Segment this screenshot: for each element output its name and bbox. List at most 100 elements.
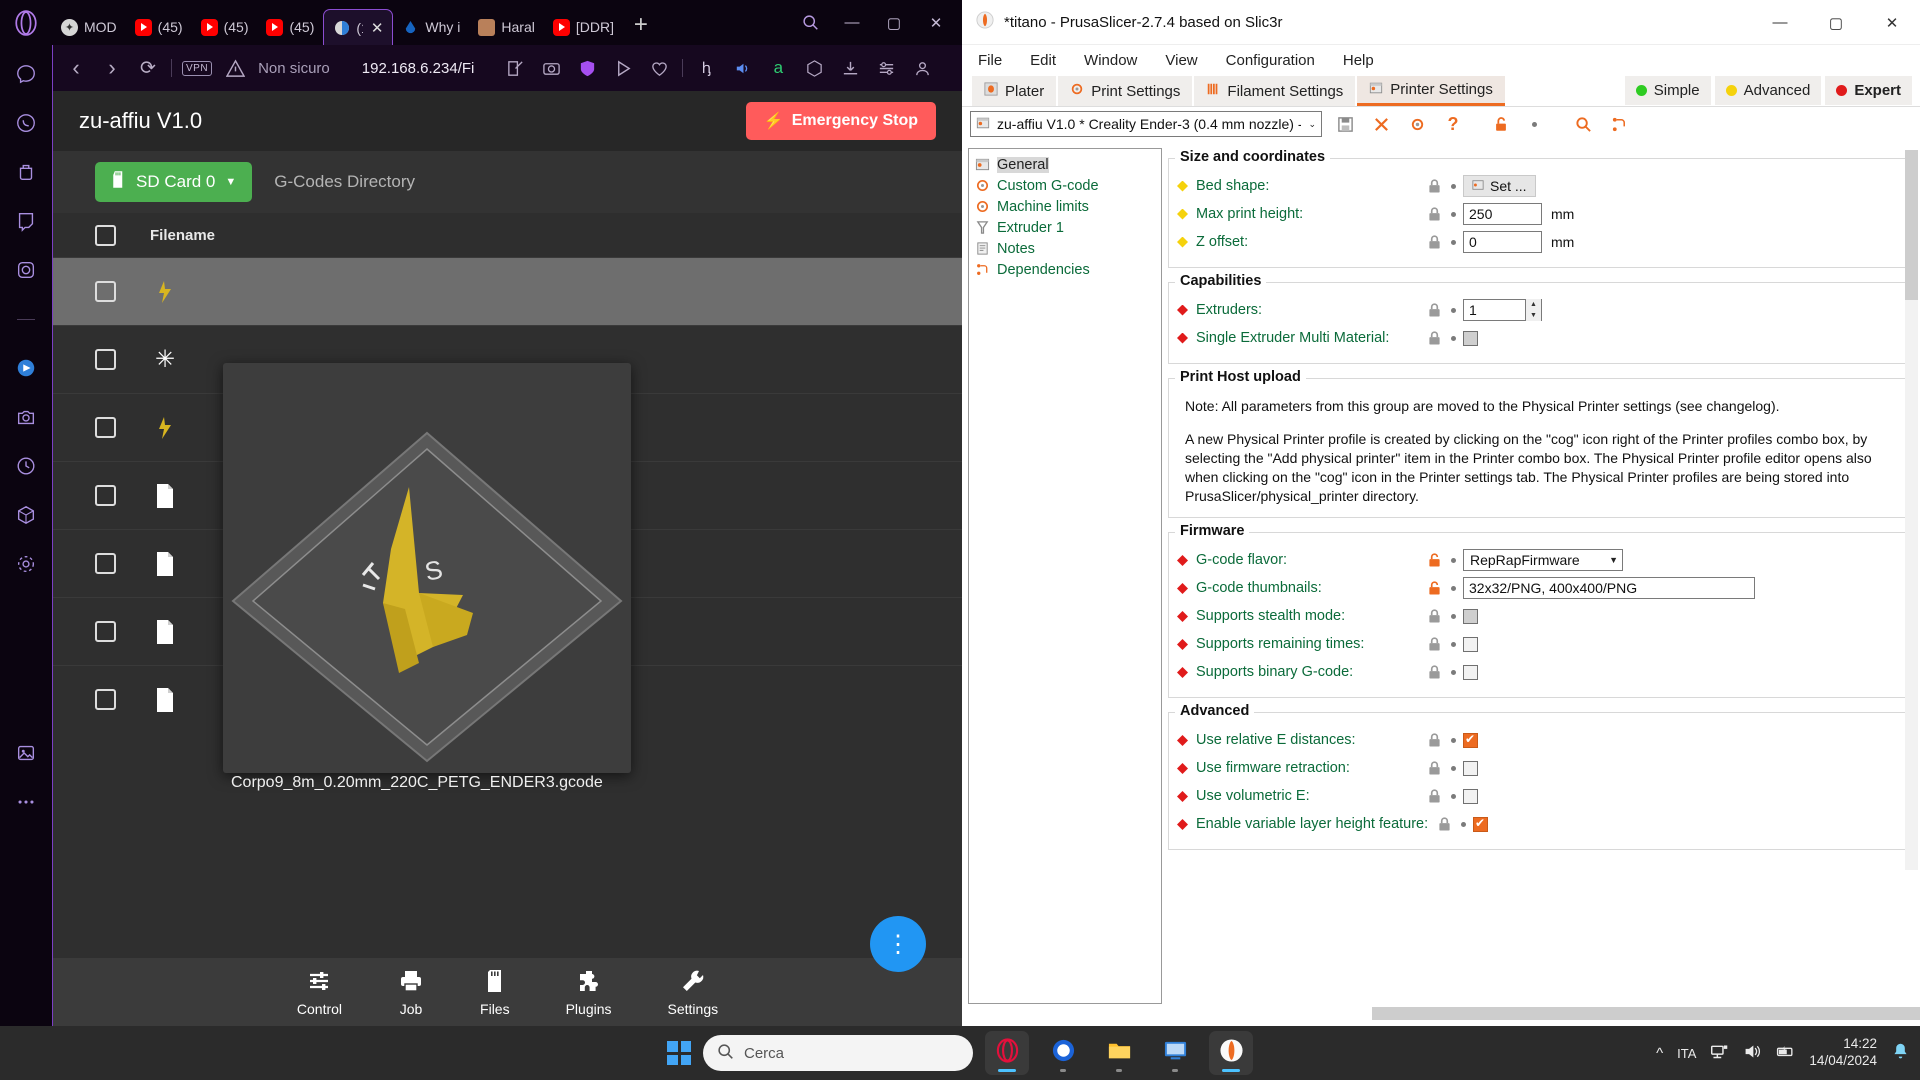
lock-icon[interactable] [1425, 609, 1443, 624]
telegram-icon[interactable] [13, 159, 39, 185]
revert-dot-icon[interactable] [1443, 585, 1463, 591]
help-icon[interactable]: ? [1440, 111, 1466, 137]
history-icon[interactable] [13, 453, 39, 479]
lock-icon[interactable] [1488, 111, 1514, 137]
network-icon[interactable] [1710, 1042, 1729, 1064]
flow-icon[interactable] [13, 355, 39, 381]
extension-h-icon[interactable]: ꞕ [693, 55, 719, 81]
table-row[interactable] [53, 257, 962, 325]
chevron-down-icon[interactable]: ⌄ [1308, 119, 1316, 130]
nav-item-control[interactable]: Control [297, 968, 342, 1017]
row-checkbox[interactable] [95, 553, 116, 574]
lock-icon[interactable] [1425, 234, 1443, 250]
revert-dot-icon[interactable] [1443, 765, 1463, 771]
revert-dot-icon[interactable] [1443, 613, 1463, 619]
gcode-flavor-select[interactable]: RepRapFirmware ▼ [1463, 549, 1623, 572]
lock-icon[interactable] [1425, 789, 1443, 804]
delete-icon[interactable] [1368, 111, 1394, 137]
send-icon[interactable] [610, 55, 636, 81]
use-volumetric-e-checkbox[interactable] [1463, 788, 1478, 804]
search-icon[interactable] [790, 5, 830, 41]
tree-item-dependencies[interactable]: Dependencies [972, 259, 1161, 280]
minimize-button[interactable]: — [832, 5, 872, 41]
heart-icon[interactable] [646, 55, 672, 81]
nav-item-files[interactable]: Files [480, 968, 510, 1017]
lock-icon[interactable] [1425, 206, 1443, 222]
vertical-scrollbar[interactable] [1905, 150, 1918, 870]
opera-logo-icon[interactable] [0, 0, 52, 45]
close-button[interactable]: ✕ [916, 5, 956, 41]
lock-icon-orange[interactable] [1425, 581, 1443, 596]
revert-dot-icon[interactable] [1443, 239, 1463, 245]
close-icon[interactable]: ✕ [371, 19, 384, 37]
select-all-checkbox[interactable] [95, 224, 116, 246]
supports-binary-gcode-checkbox[interactable] [1463, 664, 1478, 680]
maximize-button[interactable]: ▢ [874, 5, 914, 41]
close-button[interactable]: ✕ [1864, 0, 1920, 45]
clock[interactable]: 14:22 14/04/2024 [1809, 1036, 1877, 1070]
horizontal-scrollbar[interactable] [1372, 1007, 1920, 1020]
max-print-height-input[interactable]: 250 [1463, 203, 1542, 225]
new-tab-button[interactable]: + [622, 11, 660, 45]
spinner-arrows[interactable]: ▲ ▼ [1525, 299, 1541, 321]
settings-tree[interactable]: General Custom G-code Machine limits Ext… [968, 148, 1162, 1004]
forward-button[interactable]: › [99, 55, 125, 81]
spinner-down-icon[interactable]: ▼ [1526, 310, 1541, 321]
lock-icon[interactable] [1425, 637, 1443, 652]
revert-dot-icon[interactable] [1443, 183, 1463, 189]
gcode-thumbnails-input[interactable]: 32x32/PNG, 400x400/PNG [1463, 577, 1755, 600]
tab-6[interactable]: Haral [469, 9, 543, 45]
volume-icon[interactable] [1743, 1042, 1762, 1064]
lock-icon[interactable] [1425, 178, 1443, 194]
mode-advanced[interactable]: Advanced [1714, 76, 1822, 105]
row-checkbox[interactable] [95, 485, 116, 506]
revert-dot-icon[interactable] [1443, 557, 1463, 563]
revert-dot-icon[interactable] [1443, 211, 1463, 217]
menu-window[interactable]: Window [1084, 52, 1137, 69]
cube-icon[interactable] [13, 502, 39, 528]
tab-4-active[interactable]: (1 ✕ [323, 9, 394, 45]
nav-item-settings[interactable]: Settings [668, 968, 718, 1017]
easy-setup-icon[interactable] [873, 55, 899, 81]
vpn-badge[interactable]: VPN [182, 60, 213, 76]
lock-icon[interactable] [1425, 665, 1443, 680]
nav-item-job[interactable]: Job [398, 968, 424, 1017]
tree-item-custom-gcode[interactable]: Custom G-code [972, 175, 1161, 196]
cog-icon[interactable] [1404, 111, 1430, 137]
tab-2[interactable]: (45) [192, 9, 258, 45]
whatsapp-icon[interactable] [13, 110, 39, 136]
start-button[interactable] [667, 1041, 691, 1065]
taskbar-app-explorer[interactable] [1097, 1031, 1141, 1075]
taskbar-app-opera[interactable] [985, 1031, 1029, 1075]
compare-icon[interactable] [1606, 111, 1632, 137]
printer-preset-combo[interactable]: zu-affiu V1.0 * Creality Ender-3 (0.4 mm… [970, 111, 1322, 137]
search-icon[interactable] [1570, 111, 1596, 137]
use-relative-e-checkbox[interactable] [1463, 732, 1478, 748]
instagram-icon[interactable] [13, 257, 39, 283]
mode-expert[interactable]: Expert [1825, 76, 1912, 105]
taskbar-app-remote-desktop[interactable] [1153, 1031, 1197, 1075]
profile-icon[interactable] [909, 55, 935, 81]
tree-item-general[interactable]: General [972, 154, 1161, 175]
extruders-spinner[interactable]: 1 ▲ ▼ [1463, 299, 1542, 321]
speaker-icon[interactable] [729, 55, 755, 81]
amazon-icon[interactable]: a [765, 55, 791, 81]
tree-item-machine-limits[interactable]: Machine limits [972, 196, 1161, 217]
tab-filament-settings[interactable]: Filament Settings [1194, 76, 1356, 106]
battery-icon[interactable] [1776, 1042, 1795, 1064]
lock-icon[interactable] [1425, 761, 1443, 776]
save-icon[interactable] [1332, 111, 1358, 137]
snapshot-icon[interactable] [538, 55, 564, 81]
spinner-up-icon[interactable]: ▲ [1526, 299, 1541, 310]
revert-dot-icon[interactable] [1443, 335, 1463, 341]
emergency-stop-button[interactable]: ⚡ Emergency Stop [745, 102, 936, 140]
revert-dot-icon[interactable] [1443, 307, 1463, 313]
maximize-button[interactable]: ▢ [1808, 0, 1864, 45]
tab-3[interactable]: (45) [257, 9, 323, 45]
scrollbar-thumb[interactable] [1905, 150, 1918, 300]
lock-icon-orange[interactable] [1425, 553, 1443, 568]
row-checkbox[interactable] [95, 417, 116, 438]
twitch-icon[interactable] [13, 208, 39, 234]
lock-icon[interactable] [1425, 302, 1443, 318]
revert-dot-icon[interactable] [1453, 821, 1473, 827]
